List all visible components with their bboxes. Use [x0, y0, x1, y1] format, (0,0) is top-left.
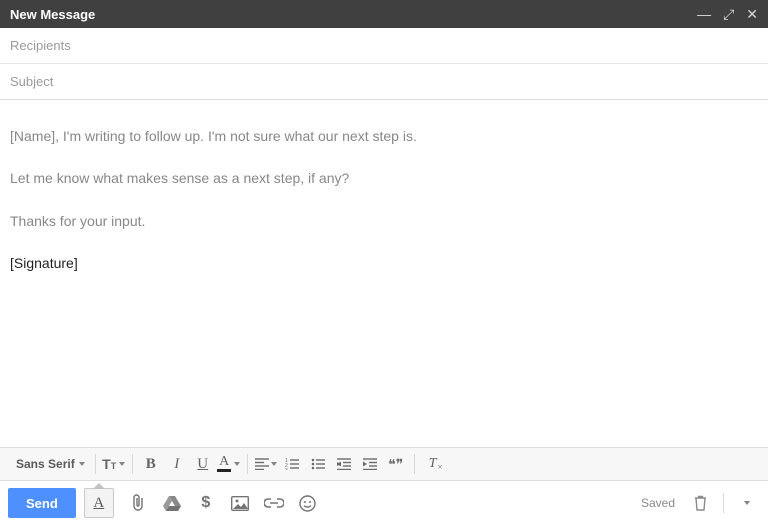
subject-placeholder: Subject — [10, 74, 53, 89]
bulleted-list-icon — [311, 458, 325, 470]
indent-more-icon — [363, 458, 377, 470]
indent-less-icon — [337, 458, 351, 470]
formatting-toggle-glyph: A — [93, 495, 104, 512]
indent-less-button[interactable] — [332, 452, 356, 476]
remove-formatting-button[interactable]: T — [421, 452, 445, 476]
font-size-button[interactable]: TT — [102, 452, 126, 476]
formatting-toggle-button[interactable]: A — [84, 488, 114, 518]
minimize-icon[interactable]: — — [697, 7, 711, 21]
align-left-icon — [255, 458, 269, 470]
discard-button[interactable] — [689, 492, 711, 514]
message-body[interactable]: [Name], I'm writing to follow up. I'm no… — [0, 100, 768, 447]
subject-field[interactable]: Subject — [0, 64, 768, 100]
font-family-label: Sans Serif — [16, 457, 75, 471]
svg-text:3: 3 — [285, 468, 288, 470]
attachment-icons: $ — [122, 493, 318, 513]
attach-file-button[interactable] — [128, 493, 148, 513]
body-paragraph: [Name], I'm writing to follow up. I'm no… — [10, 126, 758, 146]
bulleted-list-button[interactable] — [306, 452, 330, 476]
popout-icon[interactable]: ⤢ — [723, 7, 734, 21]
save-status: Saved — [641, 496, 675, 510]
window-controls: — ⤢ ✕ — [697, 7, 758, 21]
font-family-picker[interactable]: Sans Serif — [12, 457, 89, 471]
trash-icon — [694, 495, 707, 511]
signature-line: [Signature] — [10, 253, 758, 273]
chevron-down-icon — [234, 462, 240, 466]
numbered-list-button[interactable]: 123 — [280, 452, 304, 476]
chevron-down-icon — [119, 462, 125, 466]
emoji-icon — [299, 495, 316, 512]
chevron-down-icon — [744, 501, 750, 505]
insert-link-button[interactable] — [264, 493, 284, 513]
message-body-wrap: [Name], I'm writing to follow up. I'm no… — [0, 100, 768, 447]
indent-more-button[interactable] — [358, 452, 382, 476]
text-color-button[interactable]: A — [217, 452, 241, 476]
body-paragraph: Let me know what makes sense as a next s… — [10, 168, 758, 188]
formatting-toolbar: Sans Serif TT B I U A 123 — [0, 447, 768, 481]
paperclip-icon — [130, 494, 146, 512]
underline-button[interactable]: U — [191, 452, 215, 476]
insert-money-button[interactable]: $ — [196, 493, 216, 513]
close-icon[interactable]: ✕ — [746, 7, 758, 21]
link-icon — [264, 498, 284, 508]
drive-icon — [163, 495, 181, 511]
separator — [723, 493, 724, 513]
numbered-list-icon: 123 — [285, 458, 299, 470]
more-options-button[interactable] — [736, 492, 758, 514]
body-paragraph: Thanks for your input. — [10, 211, 758, 231]
recipients-field[interactable]: Recipients — [0, 28, 768, 64]
font-size-big-glyph: T — [102, 456, 111, 472]
action-bar: Send A $ Saved — [0, 481, 768, 525]
send-button[interactable]: Send — [8, 488, 76, 518]
bold-button[interactable]: B — [139, 452, 163, 476]
insert-emoji-button[interactable] — [298, 493, 318, 513]
italic-button[interactable]: I — [165, 452, 189, 476]
insert-drive-button[interactable] — [162, 493, 182, 513]
photo-icon — [231, 496, 249, 511]
insert-photo-button[interactable] — [230, 493, 250, 513]
align-button[interactable] — [254, 452, 278, 476]
recipients-placeholder: Recipients — [10, 38, 71, 53]
titlebar: New Message — ⤢ ✕ — [0, 0, 768, 28]
quote-button[interactable]: ❝❞ — [384, 452, 408, 476]
window-title: New Message — [10, 7, 697, 22]
chevron-down-icon — [79, 462, 85, 466]
chevron-down-icon — [271, 462, 277, 466]
compose-window: New Message — ⤢ ✕ Recipients Subject [Na… — [0, 0, 768, 525]
font-size-small-glyph: T — [111, 461, 117, 471]
